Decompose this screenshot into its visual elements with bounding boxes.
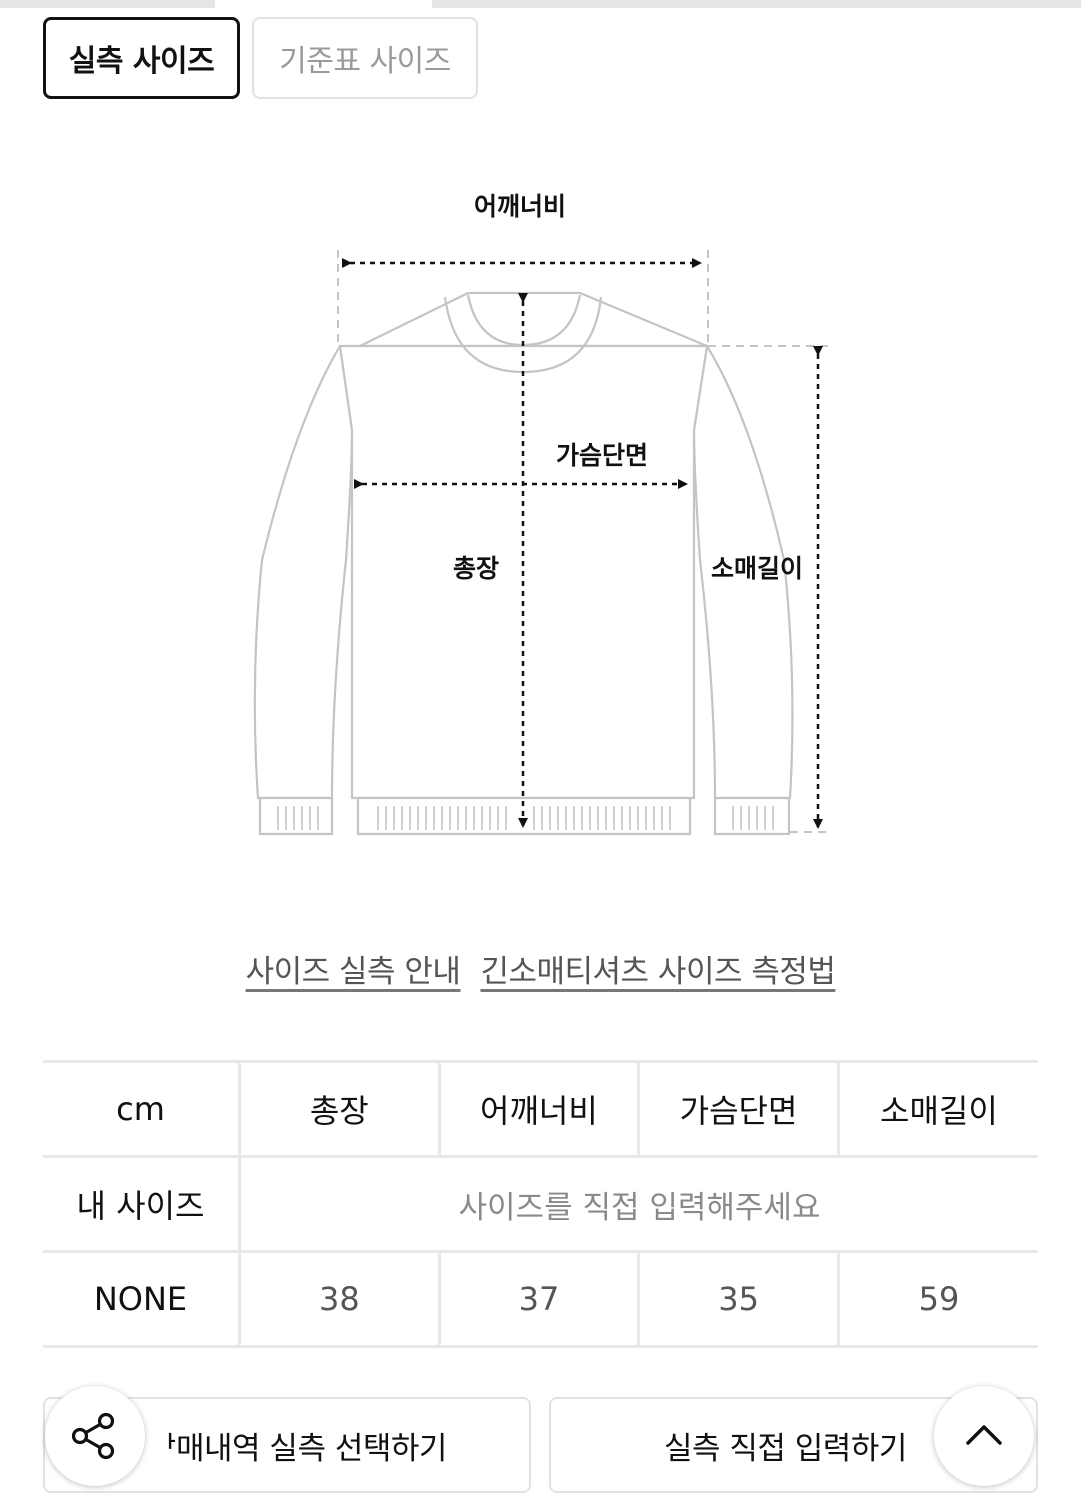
size-name-cell: NONE: [43, 1250, 240, 1348]
sleeve-value-cell: 59: [836, 1250, 1038, 1348]
size-guide-link[interactable]: 사이즈 실측 안내: [246, 946, 461, 991]
table-row: NONE 38 37 35 59: [43, 1250, 1038, 1348]
my-size-input[interactable]: 사이즈를 직접 입력해주세요: [238, 1155, 1038, 1253]
enter-measurement-label: 실측 직접 입력하기: [664, 1430, 907, 1467]
top-tab-bar-right: [432, 0, 1081, 8]
left-cuff: [258, 796, 334, 836]
right-cuff: [713, 796, 791, 836]
scroll-top-button[interactable]: [934, 1386, 1034, 1486]
tab-actual-size[interactable]: 실측 사이즈: [43, 17, 240, 99]
my-size-row: 내 사이즈 사이즈를 직접 입력해주세요: [43, 1155, 1038, 1253]
tab-standard-size[interactable]: 기준표 사이즈: [252, 17, 478, 99]
chest-value-cell: 35: [637, 1250, 839, 1348]
size-guide-links: 사이즈 실측 안내 긴소매티셔츠 사이즈 측정법: [0, 946, 1081, 991]
header-sleeve: 소매길이: [836, 1060, 1038, 1158]
share-icon: [71, 1412, 115, 1460]
left-sleeve: [253, 344, 354, 800]
label-sleeve: 소매길이: [711, 554, 803, 583]
header-chest: 가슴단면: [637, 1060, 839, 1158]
shoulder-value-cell: 37: [437, 1250, 639, 1348]
share-button[interactable]: [45, 1386, 145, 1486]
measure-method-link[interactable]: 긴소매티셔츠 사이즈 측정법: [480, 946, 835, 991]
table-header-row: cm 총장 어깨너비 가슴단면 소매길이: [43, 1060, 1038, 1158]
label-chest: 가슴단면: [556, 441, 648, 470]
shirt-shoulders: [358, 291, 709, 348]
sweatshirt-measurement-diagram: 어깨너비 가슴단면 총장 소매길이: [253, 192, 830, 836]
header-unit: cm: [43, 1060, 240, 1158]
label-length: 총장: [453, 554, 499, 583]
top-tab-bar-left: [0, 0, 215, 8]
header-shoulder: 어깨너비: [437, 1060, 639, 1158]
size-table: cm 총장 어깨너비 가슴단면 소매길이 내 사이즈 사이즈를 직접 입력해주세…: [43, 1060, 1038, 1348]
my-size-label: 내 사이즈: [43, 1155, 240, 1253]
select-from-purchase-history-label: ᅡ매내역 실측 선택하기: [148, 1430, 447, 1467]
header-length: 총장: [238, 1060, 440, 1158]
length-value-cell: 38: [238, 1250, 440, 1348]
chevron-up-icon: [966, 1425, 1002, 1445]
label-shoulder: 어깨너비: [474, 192, 566, 221]
